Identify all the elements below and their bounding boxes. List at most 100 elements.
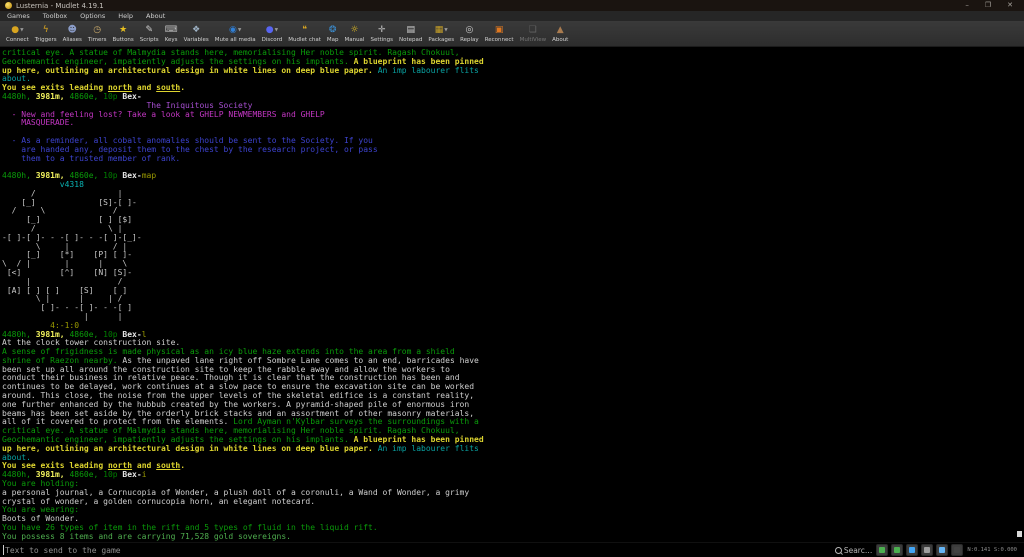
text-cursor [3,545,4,555]
command-input-bar: Text to send to the game Searc… N:0.141 … [0,542,1024,557]
toolbar-item-label: Triggers [35,37,57,43]
buttons-icon: ★ [119,25,127,35]
toolbar-item-label: Packages [428,37,454,43]
about-icon: ▲ [557,25,564,35]
terminal-line: You possess 8 items and are carrying 71,… [2,533,1024,542]
mudlet-window: Lusternia - Mudlet 4.19.1 – ❐ ✕ Games Too… [0,0,1024,557]
terminal-line: MASQUERADE. [2,119,1024,128]
minimize-button[interactable]: – [965,1,969,10]
reconnect-button[interactable]: ▣Reconnect [482,22,517,45]
search-icon [835,547,842,554]
terminal-line: 4480h, 3981m, 4860e, 10p Bex-map [2,172,1024,181]
toolbar-item-label: Mudlet chat [288,37,321,43]
scroll-indicator[interactable] [1017,531,1022,537]
search-tool-buttons [876,544,963,556]
replay-icon: ◎ [465,25,473,35]
toolbar-item-label: Notepad [399,37,422,43]
notepad-icon: ▤ [406,25,415,35]
terminal-line: [ ]- - -[ ]- - -[ ] [2,304,1024,313]
terminal-line: [_] [ ] [$] [2,216,1024,225]
scripts-button[interactable]: ✎ Scripts [137,22,162,45]
about-button[interactable]: ▲About [549,22,571,45]
toolbar-item-label: Map [327,37,339,43]
map-button[interactable]: ❂ Map [324,22,342,45]
mute-media-icon: ◉ [229,25,237,35]
mudlet-chat-icon: ❝ [302,25,307,35]
terminal-line: / \ / [2,207,1024,216]
terminal-line: | / [2,278,1024,287]
packages-button[interactable]: ▦▼ Packages [425,22,457,45]
toolbar-item-label: Scripts [140,37,159,43]
timers-button[interactable]: ◷ Timers [85,22,110,45]
menu-item-toolbox[interactable]: Toolbox [43,12,67,20]
manual-icon: ☼ [350,25,358,35]
terminal-line: v4318 [2,181,1024,190]
search-tool-button-2-icon [894,547,900,553]
mute-all-media-button[interactable]: ◉▼Mute all media [212,22,259,45]
variables-button[interactable]: ❖ Variables [181,22,212,45]
toolbar-item-label: Variables [184,37,209,43]
keys-icon: ⌨ [165,25,178,35]
chevron-down-icon[interactable]: ▼ [275,28,278,33]
close-button[interactable]: ✕ [1007,1,1013,10]
terminal-line: \ / | | | \ [2,260,1024,269]
timers-icon: ◷ [93,25,101,35]
triggers-button[interactable]: ϟTriggers [32,22,60,45]
window-controls: – ❐ ✕ [965,1,1019,10]
search-tool-button-6-icon [954,547,960,553]
menu-item-about[interactable]: About [146,12,165,20]
terminal-output[interactable]: critical eye. A statue of Malmydia stand… [0,47,1024,542]
maximize-button[interactable]: ❐ [985,1,991,10]
chevron-down-icon[interactable]: ▼ [20,28,23,33]
toolbar-item-label: Settings [370,37,393,43]
search-tool-button-5-icon [939,547,945,553]
terminal-line: / \ | [2,225,1024,234]
map-icon: ❂ [329,25,337,35]
packages-icon: ▦ [435,25,444,35]
toolbar-item-label: Replay [460,37,479,43]
menu-item-games[interactable]: Games [7,12,30,20]
toolbar-item-label: Aliases [63,37,82,43]
buttons-button[interactable]: ★ Buttons [110,22,137,45]
chevron-down-icon[interactable]: ▼ [238,28,241,33]
title-bar: Lusternia - Mudlet 4.19.1 – ❐ ✕ [0,0,1024,11]
replay-button[interactable]: ◎ Replay [457,22,482,45]
discord-button[interactable]: ●▼Discord [259,22,286,45]
search-tool-button-1-icon [879,547,885,553]
scripts-icon: ✎ [145,25,153,35]
terminal-line: \ | / | [2,243,1024,252]
search-tool-button-3-icon [909,547,915,553]
toolbar: ●▼ConnectϟTriggers ☻ Aliases ◷ Timers ★ Button… [0,21,1024,47]
search-tool-button-6[interactable] [951,544,963,556]
aliases-icon: ☻ [68,25,77,35]
terminal-line: / | [2,190,1024,199]
manual-button[interactable]: ☼Manual [341,22,367,45]
menu-bar: Games Toolbox Options Help About [0,11,1024,21]
toolbar-item-label: Timers [88,37,107,43]
toolbar-item-label: Buttons [113,37,134,43]
search-field[interactable]: Searc… [835,546,873,555]
search-tool-button-5[interactable] [936,544,948,556]
search-tool-button-1[interactable] [876,544,888,556]
menu-item-help[interactable]: Help [118,12,133,20]
search-tool-button-4[interactable] [921,544,933,556]
keys-button[interactable]: ⌨Keys [162,22,181,45]
variables-icon: ❖ [192,25,200,35]
aliases-button[interactable]: ☻ Aliases [60,22,85,45]
terminal-line: 4:-1:0 [2,322,1024,331]
settings-button[interactable]: ✛Settings [367,22,396,45]
search-tool-button-3[interactable] [906,544,918,556]
connect-button[interactable]: ●▼Connect [3,22,32,45]
terminal-line: [_] [*] [P] [ ]- [2,251,1024,260]
chevron-down-icon[interactable]: ▼ [444,28,447,33]
menu-item-options[interactable]: Options [80,12,105,20]
terminal-line: You are wearing: [2,506,1024,515]
command-input[interactable]: Text to send to the game [5,546,121,555]
mudlet-chat-button[interactable]: ❝ Mudlet chat [285,22,324,45]
terminal-line: 4480h, 3981m, 4860e, 10p Bex-i [2,471,1024,480]
notepad-button[interactable]: ▤ Notepad [396,22,425,45]
terminal-line: You see exits leading north and south. [2,84,1024,93]
terminal-line: crystal of wonder, a golden cornucopia h… [2,498,1024,507]
search-tool-button-2[interactable] [891,544,903,556]
multiview-button: ❏MultiView [517,22,550,45]
